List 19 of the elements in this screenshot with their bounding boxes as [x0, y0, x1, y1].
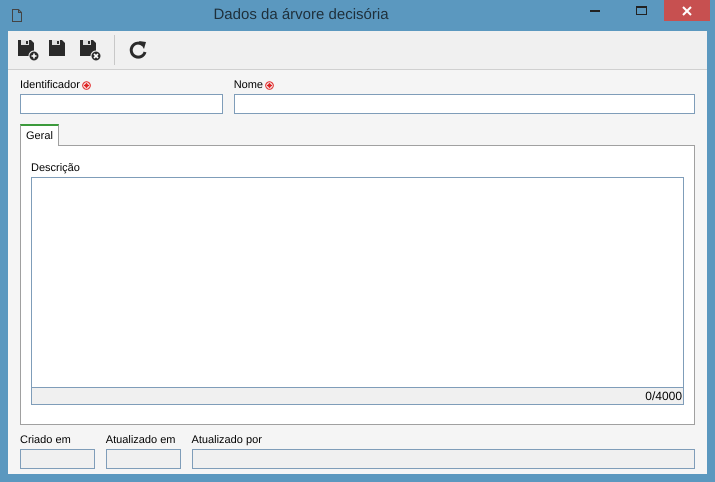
minimize-icon [590, 9, 600, 12]
tab[interactable]: Geral [20, 124, 59, 146]
description-field[interactable] [31, 176, 684, 386]
window-title: Dados da árvore decisória [212, 5, 390, 26]
field-label: Descrição [31, 162, 80, 175]
field-label: Atualizado por [192, 434, 262, 447]
field-label: Identificador [20, 79, 80, 92]
field-label: Atualizado em [106, 434, 176, 447]
field-label: Criado em [20, 434, 71, 447]
maximize-icon [636, 6, 646, 15]
save-close-icon [79, 38, 102, 62]
input-field[interactable] [234, 94, 695, 114]
save-new-icon [17, 38, 40, 62]
document-icon [12, 9, 22, 22]
close-icon [682, 6, 692, 16]
field-label: Nome [234, 79, 264, 92]
input-field[interactable] [20, 94, 223, 114]
close-button[interactable] [664, 0, 710, 21]
character-counter: 0/4000 [31, 386, 684, 404]
